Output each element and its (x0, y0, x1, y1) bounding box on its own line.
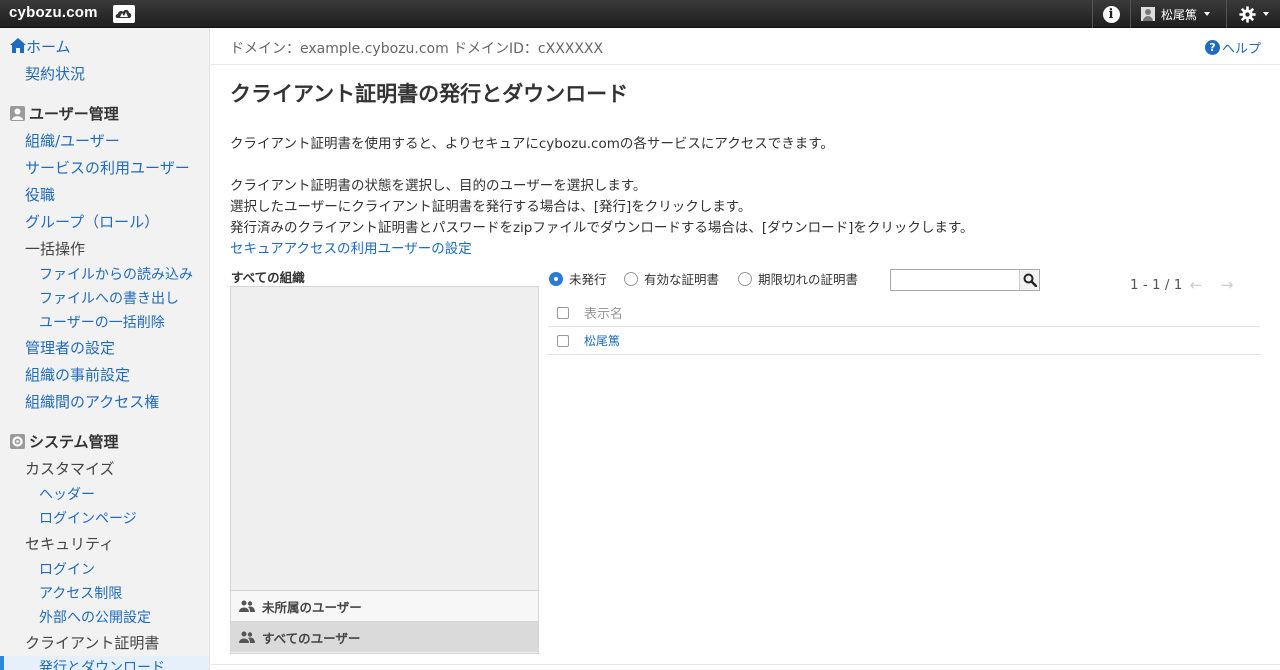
cybozu-cloud-logo-icon[interactable] (113, 5, 135, 23)
top-bar: cybozu.com i 松尾篤 (0, 0, 1280, 28)
help-link[interactable]: ? ヘルプ (1205, 38, 1261, 57)
sidebar-heading-system-management: システム管理 (10, 431, 119, 452)
info-button[interactable]: i (1093, 0, 1129, 28)
secure-access-settings-link[interactable]: セキュアアクセスの利用ユーザーの設定 (230, 237, 472, 257)
domain-name: ドメイン：example.cybozu.com (230, 41, 449, 57)
description-text: 発行済みのクライアント証明書とパスワードをzipファイルでダウンロードする場合は… (230, 220, 974, 236)
select-all-checkbox[interactable] (557, 306, 569, 319)
filter-unissued[interactable]: 未発行 (549, 269, 607, 288)
sidebar-item-positions[interactable]: 役職 (25, 184, 55, 205)
radio-button[interactable] (624, 271, 638, 286)
sidebar-item-access-restriction[interactable]: アクセス制限 (39, 583, 122, 603)
sidebar-heading-user-management: ユーザー管理 (10, 103, 119, 124)
description-text: クライアント証明書の状態を選択し、目的のユーザーを選択します。 (230, 178, 647, 194)
sidebar-heading-label: ユーザー管理 (29, 105, 119, 123)
next-page-arrow-icon[interactable]: → (1219, 276, 1235, 294)
user-name: 松尾篤 (1161, 7, 1198, 22)
sidebar-item-header[interactable]: ヘッダー (39, 484, 95, 504)
sidebar-item-customize: カスタマイズ (25, 460, 115, 478)
help-icon: ? (1205, 40, 1220, 55)
search-icon (1023, 273, 1037, 287)
filter-valid-certificate[interactable]: 有効な証明書 (624, 269, 719, 288)
sidebar-item-label: ホーム (26, 38, 71, 56)
sidebar-item-service-users[interactable]: サービスの利用ユーザー (25, 157, 190, 178)
user-icon (10, 106, 25, 121)
table-row: 松尾篤 (548, 327, 1260, 355)
group-users-icon (239, 600, 255, 612)
settings-menu-button[interactable] (1228, 0, 1280, 28)
description-text: 選択したユーザーにクライアント証明書を発行する場合は、[発行]をクリックします。 (230, 199, 752, 215)
sidebar-heading-label: システム管理 (29, 433, 119, 451)
search-button[interactable] (1019, 270, 1039, 290)
domain-bar: ドメイン：example.cybozu.com ドメインID：cXXXXXX ?… (211, 28, 1280, 65)
user-display-name-link[interactable]: 松尾篤 (584, 332, 620, 349)
radio-label: 有効な証明書 (644, 272, 720, 287)
sidebar-item-org-presettings[interactable]: 組織の事前設定 (25, 364, 130, 385)
domain-id: ドメインID：cXXXXXX (453, 41, 604, 57)
pagination-text: 1 - 1 / 1 (1130, 277, 1183, 293)
table-header-row: 表示名 (548, 299, 1260, 327)
chevron-down-icon (1204, 12, 1211, 16)
user-table: 表示名 松尾篤 (548, 299, 1260, 355)
sidebar-item-admin-settings[interactable]: 管理者の設定 (25, 337, 115, 358)
org-item-label: 未所属のユーザー (262, 599, 362, 615)
filter-expired-certificate[interactable]: 期限切れの証明書 (738, 269, 858, 288)
radio-label: 未発行 (569, 272, 607, 287)
help-label: ヘルプ (1222, 42, 1262, 57)
sidebar-item-home[interactable]: ホーム (10, 36, 71, 57)
chevron-down-icon (1263, 12, 1269, 16)
user-menu-button[interactable]: 松尾篤 (1132, 0, 1224, 28)
org-tree-panel[interactable]: 未所属のユーザー すべてのユーザー (230, 286, 539, 654)
sidebar-item-org-users[interactable]: 組織/ユーザー (25, 130, 120, 151)
sidebar-item-inter-org-access[interactable]: 組織間のアクセス権 (25, 391, 159, 412)
sidebar: ホーム 契約状況 ユーザー管理 組織/ユーザー サービスの利用ユーザー 役職 グ… (0, 28, 210, 670)
description-text: クライアント証明書を使用すると、よりセキュアにcybozu.comの各サービスに… (230, 136, 834, 152)
org-item-unassigned-users[interactable]: 未所属のユーザー (231, 590, 538, 621)
user-search-box (890, 269, 1040, 291)
sidebar-item-bulk-delete[interactable]: ユーザーの一括削除 (39, 312, 165, 332)
system-gear-icon (10, 434, 25, 449)
sidebar-item-contract[interactable]: 契約状況 (25, 63, 85, 84)
page-title: クライアント証明書の発行とダウンロード (230, 82, 629, 106)
sidebar-item-login-page[interactable]: ログインページ (39, 508, 137, 528)
info-icon: i (1102, 5, 1120, 23)
brand-logo-text[interactable]: cybozu.com (9, 4, 98, 21)
org-item-label: すべてのユーザー (262, 630, 361, 646)
group-users-icon (239, 631, 255, 643)
sidebar-item-client-cert: クライアント証明書 (25, 634, 160, 652)
user-search-input[interactable] (891, 270, 1019, 290)
footer-divider (211, 664, 1280, 665)
previous-page-arrow-icon[interactable]: ← (1188, 276, 1204, 294)
radio-button-selected[interactable] (549, 271, 563, 286)
user-avatar-icon (1141, 7, 1155, 21)
radio-button[interactable] (738, 271, 752, 286)
sidebar-item-groups[interactable]: グループ（ロール） (25, 211, 159, 232)
column-header-display-name: 表示名 (584, 307, 624, 322)
sidebar-item-external-publish[interactable]: 外部への公開設定 (39, 607, 151, 627)
sidebar-item-issue-download[interactable]: 発行とダウンロード (39, 657, 165, 670)
sidebar-item-security: セキュリティ (25, 535, 115, 553)
sidebar-item-export-file[interactable]: ファイルへの書き出し (39, 288, 179, 308)
org-item-all-users[interactable]: すべてのユーザー (231, 621, 538, 652)
row-checkbox[interactable] (557, 334, 569, 347)
sidebar-item-bulk-ops: 一括操作 (25, 240, 86, 258)
org-tree-title: すべての組織 (231, 270, 305, 285)
sidebar-item-import-file[interactable]: ファイルからの読み込み (39, 264, 193, 284)
radio-label: 期限切れの証明書 (758, 272, 859, 287)
sidebar-item-login[interactable]: ログイン (39, 559, 95, 579)
gear-icon (1239, 5, 1256, 23)
home-icon (10, 38, 26, 53)
